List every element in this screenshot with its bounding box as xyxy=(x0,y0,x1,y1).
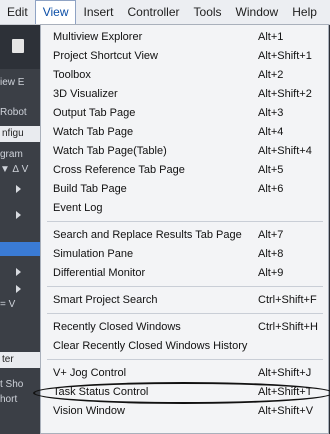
menu-item-shortcut: Alt+5 xyxy=(258,164,284,176)
menu-item-simulation-pane[interactable]: Simulation Pane Alt+8 xyxy=(41,245,328,264)
menu-item-label: Vision Window xyxy=(53,405,125,417)
menu-item-shortcut: Alt+6 xyxy=(258,183,284,195)
menu-item-label: Recently Closed Windows xyxy=(53,321,181,333)
menu-insert[interactable]: Insert xyxy=(76,0,120,24)
menu-separator xyxy=(47,286,323,287)
background-label: gram xyxy=(0,149,23,160)
menu-item-shortcut: Alt+3 xyxy=(258,107,284,119)
menu-item-shortcut: Alt+Shift+4 xyxy=(258,145,312,157)
menu-item-label: Differential Monitor xyxy=(53,267,146,279)
menu-item-project-shortcut-view[interactable]: Project Shortcut View Alt+Shift+1 xyxy=(41,47,328,66)
menu-item-label: Simulation Pane xyxy=(53,248,134,260)
menu-item-output-tab-page[interactable]: Output Tab Page Alt+3 xyxy=(41,104,328,123)
menu-item-label: Task Status Control xyxy=(53,386,149,398)
menu-item-watch-tab-page-table[interactable]: Watch Tab Page(Table) Alt+Shift+4 xyxy=(41,142,328,161)
menu-separator xyxy=(47,221,323,222)
menu-item-shortcut: Alt+Shift+V xyxy=(258,405,314,417)
menu-item-label: Cross Reference Tab Page xyxy=(53,164,185,176)
view-menu-dropdown: Multiview Explorer Alt+1 Project Shortcu… xyxy=(33,24,330,434)
menu-item-search-replace-results[interactable]: Search and Replace Results Tab Page Alt+… xyxy=(41,226,328,245)
menu-view[interactable]: View xyxy=(34,0,77,24)
menu-item-shortcut: Alt+7 xyxy=(258,229,284,241)
menu-item-shortcut: Ctrl+Shift+H xyxy=(258,321,318,333)
menu-item-toolbox[interactable]: Toolbox Alt+2 xyxy=(41,66,328,85)
menu-item-watch-tab-page[interactable]: Watch Tab Page Alt+4 xyxy=(41,123,328,142)
background-label: Robot xyxy=(0,107,27,118)
menu-window[interactable]: Window xyxy=(229,0,286,24)
menu-separator xyxy=(47,313,323,314)
menu-item-shortcut: Alt+2 xyxy=(258,69,284,81)
clipboard-icon xyxy=(12,39,24,53)
background-label[interactable]: ▼ ∆ V xyxy=(0,164,40,175)
menu-item-label: Clear Recently Closed Windows History xyxy=(53,340,248,352)
expand-arrow-icon[interactable] xyxy=(16,211,21,219)
menu-item-vision-window[interactable]: Vision Window Alt+Shift+V xyxy=(41,402,328,421)
menu-item-build-tab-page[interactable]: Build Tab Page Alt+6 xyxy=(41,180,328,199)
menu-item-shortcut: Ctrl+Shift+F xyxy=(258,294,317,306)
menu-item-label: Smart Project Search xyxy=(53,294,158,306)
background-label[interactable]: hort xyxy=(0,394,40,405)
menu-item-clear-recently-closed-history[interactable]: Clear Recently Closed Windows History xyxy=(41,337,328,356)
background-app-panel: iew E Robot nfigu gram ▼ ∆ V = V ter t S… xyxy=(0,25,40,434)
background-label[interactable]: t Sho xyxy=(0,379,40,390)
background-header: ter xyxy=(0,352,40,368)
background-selected-row[interactable] xyxy=(0,242,40,256)
menu-item-shortcut: Alt+Shift+1 xyxy=(258,50,312,62)
menu-item-shortcut: Alt+Shift+J xyxy=(258,367,312,379)
menu-item-label: Watch Tab Page xyxy=(53,126,134,138)
menu-item-task-status-control[interactable]: Task Status Control Alt+Shift+T xyxy=(41,383,328,402)
menu-item-v-jog-control[interactable]: V+ Jog Control Alt+Shift+J xyxy=(41,364,328,383)
menu-item-shortcut: Alt+1 xyxy=(258,31,284,43)
menu-item-smart-project-search[interactable]: Smart Project Search Ctrl+Shift+F xyxy=(41,291,328,310)
menu-item-differential-monitor[interactable]: Differential Monitor Alt+9 xyxy=(41,264,328,283)
menu-item-label: Search and Replace Results Tab Page xyxy=(53,229,242,241)
menu-controller[interactable]: Controller xyxy=(121,0,187,24)
menu-item-shortcut: Alt+4 xyxy=(258,126,284,138)
expand-arrow-icon[interactable] xyxy=(16,185,21,193)
menu-item-shortcut: Alt+9 xyxy=(258,267,284,279)
expand-arrow-icon[interactable] xyxy=(16,285,21,293)
menu-item-cross-reference-tab-page[interactable]: Cross Reference Tab Page Alt+5 xyxy=(41,161,328,180)
menu-item-label: Watch Tab Page(Table) xyxy=(53,145,167,157)
menu-item-label: Output Tab Page xyxy=(53,107,136,119)
menu-item-label: V+ Jog Control xyxy=(53,367,127,379)
menu-bar: Edit View Insert Controller Tools Window… xyxy=(0,0,330,25)
menu-item-recently-closed-windows[interactable]: Recently Closed Windows Ctrl+Shift+H xyxy=(41,318,328,337)
expand-arrow-icon[interactable] xyxy=(16,268,21,276)
menu-edit[interactable]: Edit xyxy=(0,0,35,24)
menu-item-label: Project Shortcut View xyxy=(53,50,158,62)
menu-item-label: 3D Visualizer xyxy=(53,88,118,100)
menu-item-shortcut: Alt+Shift+T xyxy=(258,386,313,398)
background-label: iew E xyxy=(0,77,25,88)
menu-separator xyxy=(47,359,323,360)
menu-tools[interactable]: Tools xyxy=(187,0,229,24)
background-toolbar xyxy=(0,25,40,69)
menu-item-shortcut: Alt+8 xyxy=(258,248,284,260)
menu-help[interactable]: Help xyxy=(285,0,324,24)
menu-item-label: Toolbox xyxy=(53,69,91,81)
menu-item-label: Multiview Explorer xyxy=(53,31,143,43)
background-header: nfigu xyxy=(0,126,40,142)
menu-item-multiview-explorer[interactable]: Multiview Explorer Alt+1 xyxy=(41,28,328,47)
menu-item-shortcut: Alt+Shift+2 xyxy=(258,88,312,100)
menu-item-3d-visualizer[interactable]: 3D Visualizer Alt+Shift+2 xyxy=(41,85,328,104)
menu-item-label: Event Log xyxy=(53,202,103,214)
menu-item-event-log[interactable]: Event Log xyxy=(41,199,328,218)
menu-item-label: Build Tab Page xyxy=(53,183,127,195)
background-label[interactable]: = V xyxy=(0,299,40,310)
